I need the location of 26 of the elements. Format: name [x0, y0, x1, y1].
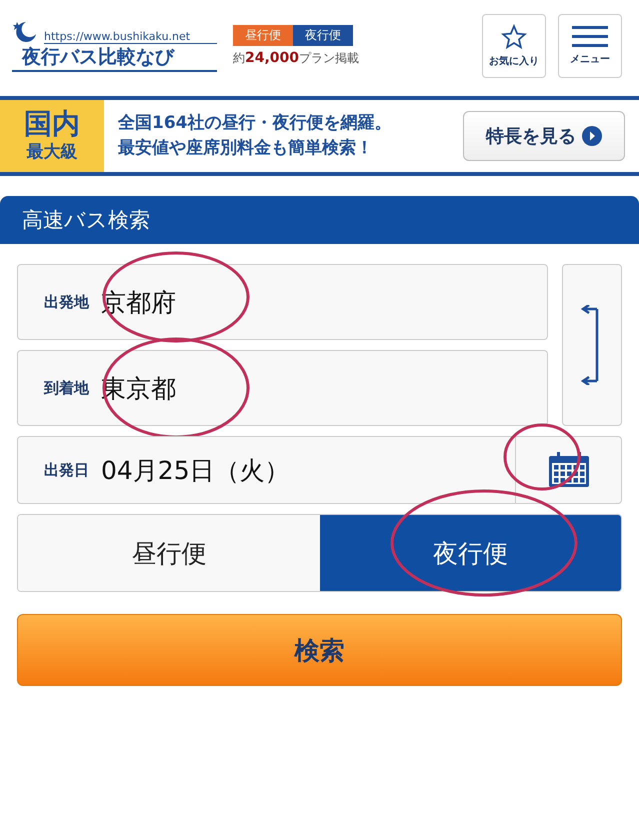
- field-label: 到着地: [44, 378, 89, 398]
- calendar-icon: [548, 452, 590, 488]
- star-icon: [501, 24, 527, 50]
- search-title: 高速バス検索: [0, 196, 639, 244]
- features-button[interactable]: 特長を見る: [463, 111, 625, 161]
- menu-button[interactable]: メニュー: [558, 14, 622, 78]
- trip-type-tab[interactable]: 夜行便: [320, 515, 621, 591]
- play-icon: [582, 126, 602, 146]
- site-url: https://www.bushikaku.net: [44, 30, 217, 44]
- menu-icon: [572, 26, 608, 48]
- promo-text: 全国164社の昼行・夜行便を網羅。: [118, 112, 392, 136]
- field-label: 出発日: [44, 460, 89, 480]
- promo-text: 最安値や座席別料金も簡単検索！: [118, 137, 374, 160]
- service-badge: 夜行便: [293, 25, 353, 46]
- plan-count: 約24,000プラン掲載: [233, 50, 360, 67]
- field-value: 04月25日（火）: [101, 454, 290, 486]
- service-badge: 昼行便: [233, 25, 293, 46]
- swap-button[interactable]: [562, 264, 622, 426]
- favorites-button[interactable]: お気に入り: [482, 14, 546, 78]
- logo-title: 夜行バス比較なび: [12, 44, 217, 72]
- field-label: 出発地: [44, 292, 89, 312]
- trip-type-tab[interactable]: 昼行便: [18, 515, 320, 591]
- tag-text: 国内: [24, 109, 80, 140]
- date-field[interactable]: 出発日 04月25日（火）: [17, 436, 622, 504]
- search-button[interactable]: 検索: [17, 614, 622, 686]
- tag-text: 最大級: [26, 140, 78, 163]
